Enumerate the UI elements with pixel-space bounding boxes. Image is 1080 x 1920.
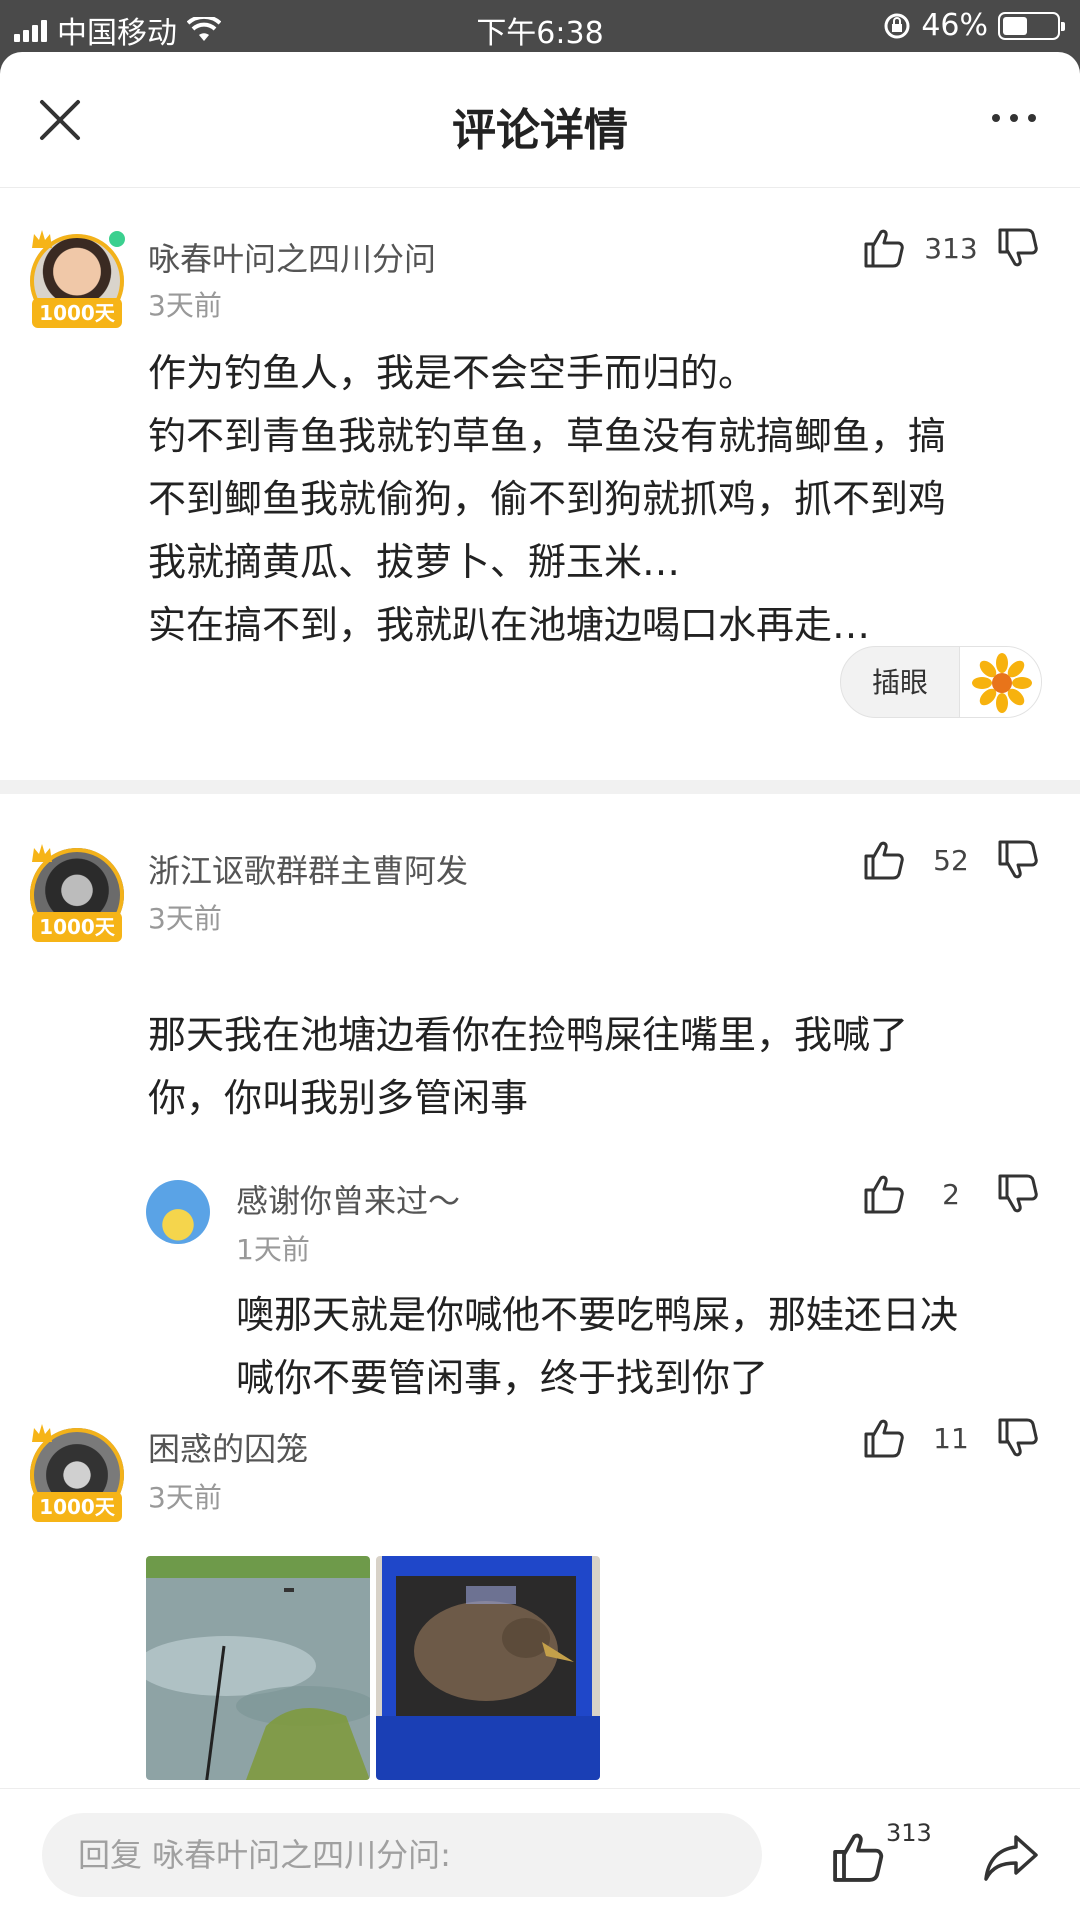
comment-photo-pond[interactable]	[146, 1556, 370, 1780]
like-count: 11	[933, 1421, 969, 1455]
bottom-like-count: 313	[886, 1819, 932, 1847]
streak-badge: 1000天	[32, 1492, 122, 1522]
reply-input[interactable]	[42, 1813, 762, 1897]
content-line: 作为钓鱼人，我是不会空手而归的。	[148, 351, 757, 395]
comment-detail-sheet: 评论详情 1000天 咏春叶问之四川分问 3天前 313 作为钓鱼人，我是不会空…	[0, 52, 1080, 1920]
crown-icon	[32, 1424, 52, 1442]
sunflower-icon	[972, 653, 1032, 713]
comment-username[interactable]: 浙江讴歌群群主曹阿发	[148, 846, 468, 892]
dislike-icon[interactable]	[996, 1172, 1040, 1216]
like-icon[interactable]	[862, 838, 906, 882]
battery-icon	[998, 11, 1065, 40]
content-line: 我就摘黄瓜、拔萝卜、掰玉米…	[148, 540, 681, 584]
rotation-lock-icon	[884, 13, 910, 38]
comment-username[interactable]: 咏春叶问之四川分问	[148, 234, 436, 280]
dislike-icon[interactable]	[996, 226, 1040, 270]
content-line: 喊你不要管闲事，终于找到你了	[236, 1356, 769, 1400]
content-line: 钓不到青鱼我就钓草鱼，草鱼没有就搞鲫鱼，搞	[148, 414, 947, 458]
dislike-icon[interactable]	[996, 1416, 1040, 1460]
avatar[interactable]: 1000天	[30, 1424, 124, 1522]
comment-content: 作为钓鱼人，我是不会空手而归的。 钓不到青鱼我就钓草鱼，草鱼没有就搞鲫鱼，搞 不…	[148, 342, 946, 657]
comment-time: 3天前	[148, 902, 222, 935]
like-count: 52	[933, 843, 969, 877]
status-bar: 中国移动 下午6:38 46%	[0, 0, 1080, 54]
reply-username[interactable]: 感谢你曾来过～	[236, 1176, 460, 1222]
content-line: 你，你叫我别多管闲事	[148, 1076, 529, 1120]
more-options-icon[interactable]	[992, 114, 1036, 122]
comment-time: 3天前	[148, 289, 222, 322]
avatar[interactable]: 1000天	[30, 228, 128, 328]
like-icon[interactable]	[862, 1416, 906, 1460]
bottom-bar: 313	[0, 1788, 1080, 1920]
content-line: 不到鲫鱼我就偷狗，偷不到狗就抓鸡，抓不到鸡	[148, 477, 947, 521]
like-icon[interactable]	[830, 1829, 886, 1885]
comment-content: 那天我在池塘边看你在捡鸭屎往嘴里，我喊了 你，你叫我别多管闲事	[148, 1004, 908, 1130]
like-icon[interactable]	[862, 1172, 906, 1216]
sticker-reply-button[interactable]: 插眼	[840, 646, 1042, 718]
content-line: 噢那天就是你喊他不要吃鸭屎，那娃还日决	[236, 1293, 959, 1337]
avatar[interactable]: 1000天	[30, 844, 124, 942]
dislike-icon[interactable]	[996, 838, 1040, 882]
section-divider	[0, 780, 1080, 794]
crown-icon	[32, 844, 52, 862]
streak-badge: 1000天	[32, 298, 122, 328]
header: 评论详情	[0, 52, 1080, 188]
content-line: 实在搞不到，我就趴在池塘边喝口水再走…	[148, 603, 871, 647]
streak-badge: 1000天	[32, 912, 122, 942]
reply-content: 噢那天就是你喊他不要吃鸭屎，那娃还日决 喊你不要管闲事，终于找到你了	[236, 1284, 958, 1410]
content-line: 那天我在池塘边看你在捡鸭屎往嘴里，我喊了	[148, 1013, 909, 1057]
page-title: 评论详情	[452, 105, 628, 156]
comment-username[interactable]: 困惑的囚笼	[148, 1424, 308, 1470]
online-status-dot	[106, 228, 128, 250]
like-count: 313	[924, 231, 978, 265]
comment-photo-duck[interactable]	[376, 1556, 600, 1780]
crown-icon	[32, 230, 52, 248]
like-icon[interactable]	[862, 226, 906, 270]
battery-percent: 46%	[921, 8, 988, 43]
share-icon[interactable]	[982, 1831, 1040, 1885]
reply-avatar[interactable]	[146, 1180, 210, 1244]
like-count: 2	[942, 1177, 960, 1211]
comment-time: 3天前	[148, 1481, 222, 1514]
reply-time: 1天前	[236, 1233, 310, 1266]
sticker-label: 插眼	[871, 666, 928, 699]
